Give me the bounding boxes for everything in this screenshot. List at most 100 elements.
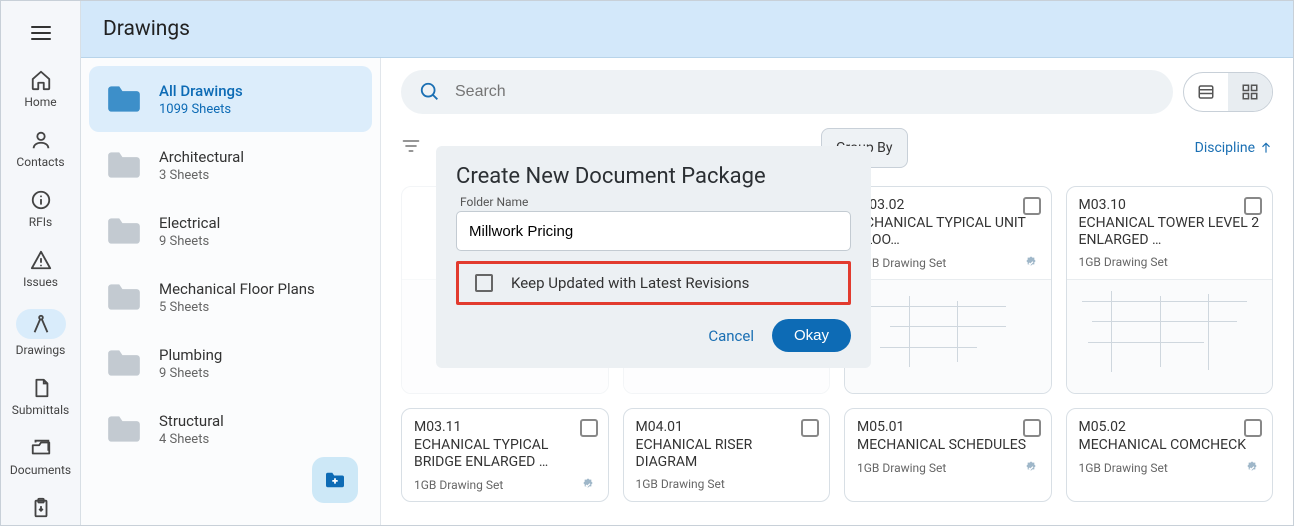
folder-icon bbox=[105, 278, 143, 316]
folder-title: Plumbing bbox=[159, 346, 222, 364]
rail-item-issues[interactable]: Issues bbox=[6, 243, 76, 295]
folder-sub: 9 Sheets bbox=[159, 234, 220, 249]
folder-icon bbox=[105, 410, 143, 448]
folder-title: Mechanical Floor Plans bbox=[159, 280, 315, 298]
folder-item-electrical[interactable]: Electrical 9 Sheets bbox=[89, 198, 372, 264]
add-folder-button[interactable] bbox=[312, 457, 358, 503]
compass-icon bbox=[16, 309, 66, 339]
modal-field-label: Folder Name bbox=[460, 195, 851, 209]
verified-icon bbox=[1244, 460, 1260, 476]
card-checkbox[interactable] bbox=[1244, 197, 1262, 215]
card-title: ECHANICAL TYPICAL UNIT FLOO… bbox=[857, 215, 1039, 249]
folder-sub: 1099 Sheets bbox=[159, 102, 243, 117]
okay-button[interactable]: Okay bbox=[772, 319, 851, 352]
left-rail: Home Contacts RFIs Issues Drawings Submi… bbox=[1, 1, 81, 525]
folder-sub: 4 Sheets bbox=[159, 432, 224, 447]
card-title: ECHANICAL TYPICAL BRIDGE ENLARGED … bbox=[414, 437, 596, 471]
home-icon bbox=[30, 69, 52, 91]
menu-button[interactable] bbox=[19, 11, 63, 55]
card-title: ECHANICAL TOWER LEVEL 2 ENLARGED … bbox=[1079, 215, 1261, 249]
folder-item-all-drawings[interactable]: All Drawings 1099 Sheets bbox=[89, 66, 372, 132]
page-header: Drawings bbox=[81, 1, 1293, 58]
person-icon bbox=[30, 129, 52, 151]
card-set: 1GB Drawing Set bbox=[1079, 460, 1261, 476]
keep-updated-row[interactable]: Keep Updated with Latest Revisions bbox=[456, 261, 851, 305]
drawing-card[interactable]: M03.11 ECHANICAL TYPICAL BRIDGE ENLARGED… bbox=[401, 408, 609, 502]
rail-label: Drawings bbox=[16, 343, 66, 357]
rail-label: Submittals bbox=[12, 403, 69, 417]
grid-view-button[interactable] bbox=[1228, 73, 1272, 111]
folder-item-plumbing[interactable]: Plumbing 9 Sheets bbox=[89, 330, 372, 396]
modal-title: Create New Document Package bbox=[456, 164, 851, 189]
folder-title: Architectural bbox=[159, 148, 244, 166]
card-number: M03.10 bbox=[1079, 197, 1261, 213]
rail-item-drawings[interactable]: Drawings bbox=[6, 303, 76, 363]
card-checkbox[interactable] bbox=[1023, 419, 1041, 437]
folder-name-input[interactable] bbox=[456, 211, 851, 251]
card-set: 1GB Drawing Set bbox=[857, 460, 1039, 476]
folder-item-structural[interactable]: Structural 4 Sheets bbox=[89, 396, 372, 462]
view-toggle bbox=[1183, 72, 1273, 112]
folder-icon bbox=[105, 212, 143, 250]
card-title: ECHANICAL RISER DIAGRAM bbox=[636, 437, 818, 471]
card-number: M04.01 bbox=[636, 419, 818, 435]
folders-icon bbox=[30, 437, 52, 459]
page-title: Drawings bbox=[103, 17, 190, 41]
folder-item-architectural[interactable]: Architectural 3 Sheets bbox=[89, 132, 372, 198]
rail-item-clipboard[interactable] bbox=[6, 491, 76, 525]
folder-icon bbox=[105, 80, 143, 118]
keep-updated-label: Keep Updated with Latest Revisions bbox=[511, 274, 749, 292]
keep-updated-checkbox[interactable] bbox=[475, 274, 493, 292]
card-number: M03.02 bbox=[857, 197, 1039, 213]
verified-icon bbox=[580, 477, 596, 493]
rail-item-rfis[interactable]: RFIs bbox=[6, 183, 76, 235]
folder-icon bbox=[105, 146, 143, 184]
folder-sub: 9 Sheets bbox=[159, 366, 222, 381]
sort-button[interactable]: Discipline bbox=[1195, 140, 1273, 156]
verified-icon bbox=[1023, 255, 1039, 271]
grid-icon bbox=[1241, 83, 1259, 101]
card-number: M05.02 bbox=[1079, 419, 1261, 435]
card-checkbox[interactable] bbox=[1023, 197, 1041, 215]
card-set: 1GB Drawing Set bbox=[414, 477, 596, 493]
rail-item-submittals[interactable]: Submittals bbox=[6, 371, 76, 423]
folder-icon bbox=[105, 344, 143, 382]
card-checkbox[interactable] bbox=[1244, 419, 1262, 437]
drawing-card[interactable]: M03.02 ECHANICAL TYPICAL UNIT FLOO… 1GB … bbox=[844, 186, 1052, 394]
cancel-button[interactable]: Cancel bbox=[708, 327, 754, 345]
card-set: 1GB Drawing Set bbox=[1079, 255, 1261, 269]
folder-title: Electrical bbox=[159, 214, 220, 232]
search-icon bbox=[419, 81, 441, 103]
rail-item-contacts[interactable]: Contacts bbox=[6, 123, 76, 175]
document-icon bbox=[30, 377, 52, 399]
rail-label: Issues bbox=[23, 275, 58, 289]
folder-sidebar: All Drawings 1099 Sheets Architectural 3… bbox=[81, 58, 381, 525]
filter-icon[interactable] bbox=[401, 136, 421, 160]
search-input[interactable] bbox=[455, 83, 1155, 101]
list-view-button[interactable] bbox=[1184, 73, 1228, 111]
rail-label: RFIs bbox=[29, 215, 52, 229]
folder-item-mechanical[interactable]: Mechanical Floor Plans 5 Sheets bbox=[89, 264, 372, 330]
create-package-modal: Create New Document Package Folder Name … bbox=[436, 146, 871, 368]
folder-plus-icon bbox=[324, 471, 346, 489]
folder-title: All Drawings bbox=[159, 82, 243, 100]
card-number: M03.11 bbox=[414, 419, 596, 435]
rail-label: Home bbox=[24, 95, 56, 109]
card-checkbox[interactable] bbox=[801, 419, 819, 437]
warning-icon bbox=[30, 249, 52, 271]
drawing-card[interactable]: M05.01 MECHANICAL SCHEDULES 1GB Drawing … bbox=[844, 408, 1052, 502]
card-checkbox[interactable] bbox=[580, 419, 598, 437]
search-box[interactable] bbox=[401, 70, 1173, 114]
folder-sub: 5 Sheets bbox=[159, 300, 315, 315]
rail-item-documents[interactable]: Documents bbox=[6, 431, 76, 483]
drawing-card[interactable]: M03.10 ECHANICAL TOWER LEVEL 2 ENLARGED … bbox=[1066, 186, 1274, 394]
rail-label: Contacts bbox=[16, 155, 64, 169]
rail-label: Documents bbox=[10, 463, 71, 477]
drawing-card[interactable]: M04.01 ECHANICAL RISER DIAGRAM 1GB Drawi… bbox=[623, 408, 831, 502]
list-icon bbox=[1197, 83, 1215, 101]
rail-item-home[interactable]: Home bbox=[6, 63, 76, 115]
verified-icon bbox=[1023, 460, 1039, 476]
arrow-up-icon bbox=[1259, 141, 1273, 155]
drawing-card[interactable]: M05.02 MECHANICAL COMCHECK 1GB Drawing S… bbox=[1066, 408, 1274, 502]
info-icon bbox=[30, 189, 52, 211]
